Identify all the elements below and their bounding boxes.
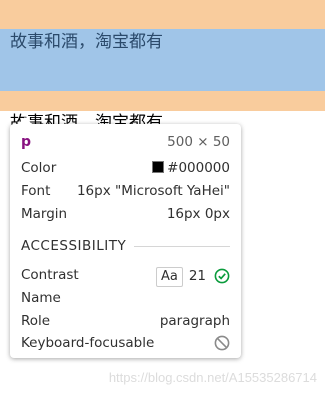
paragraph-text: 故事和酒，淘宝都有 (10, 32, 163, 52)
role-row: Role paragraph (21, 313, 230, 333)
color-row: Color #000000 (21, 160, 230, 180)
not-focusable-icon (214, 335, 230, 355)
color-swatch-icon (152, 161, 165, 173)
name-row: Name (21, 290, 230, 310)
role-value: paragraph (159, 313, 230, 329)
contrast-label: Contrast (21, 267, 79, 283)
element-tag: p (21, 134, 32, 150)
font-label: Font (21, 183, 51, 199)
name-label: Name (21, 290, 61, 306)
contrast-sample-badge: Aa (155, 267, 183, 287)
accessibility-heading: ACCESSIBILITY (21, 238, 135, 254)
margin-highlight-bottom (0, 91, 325, 111)
keyboard-focusable-label: Keyboard-focusable (21, 335, 155, 351)
keyboard-focusable-row: Keyboard-focusable (21, 335, 230, 355)
margin-value: 16px 0px (166, 206, 230, 222)
role-label: Role (21, 313, 51, 329)
margin-row: Margin 16px 0px (21, 206, 230, 226)
color-label: Color (21, 160, 57, 176)
font-value: 16px "Microsoft YaHei" (76, 183, 230, 199)
check-circle-icon (214, 268, 230, 288)
tooltip-header: p 500 × 50 (21, 134, 230, 154)
margin-label: Margin (21, 206, 68, 222)
watermark-text: https://blog.csdn.net/A15535286714 (108, 370, 317, 385)
contrast-value: 21 (188, 268, 206, 284)
accessibility-section-header: ACCESSIBILITY (21, 238, 230, 258)
margin-highlight-top (0, 0, 325, 29)
font-row: Font 16px "Microsoft YaHei" (21, 183, 230, 203)
tooltip-caret (18, 117, 32, 124)
color-value: #000000 (167, 160, 230, 176)
contrast-row: Contrast Aa 21 (21, 267, 230, 289)
inspect-tooltip: p 500 × 50 Color #000000 Font 16px "Micr… (10, 117, 241, 358)
element-dimensions: 500 × 50 (167, 134, 230, 150)
